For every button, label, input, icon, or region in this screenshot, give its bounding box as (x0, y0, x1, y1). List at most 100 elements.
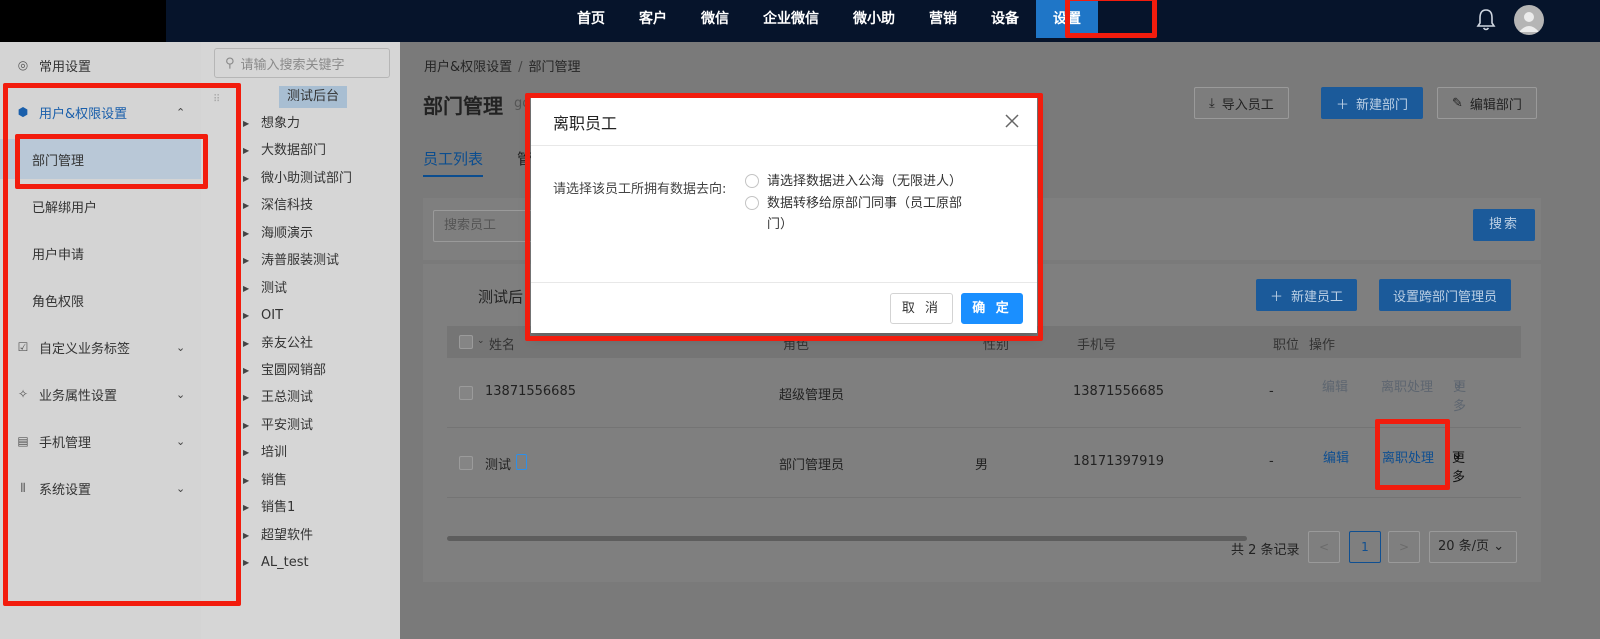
page-size-select[interactable]: 20 条/页 ⌄ (1429, 531, 1517, 563)
resign-link[interactable]: 离职处理 (1381, 376, 1433, 395)
breadcrumb-item[interactable]: 用户&权限设置 (424, 60, 512, 75)
chevron-down-icon[interactable]: ⌄ (477, 336, 485, 346)
edit-link[interactable]: 编辑 (1323, 447, 1349, 466)
caret-right-icon[interactable]: ▶ (243, 497, 249, 519)
next-page-button[interactable]: > (1388, 531, 1420, 563)
download-icon: ⤓ (1209, 95, 1215, 111)
page-number[interactable]: 1 (1349, 531, 1381, 563)
edit-link[interactable]: 编辑 (1322, 376, 1348, 395)
tree-node-selected[interactable]: 测试后台 (279, 86, 348, 108)
tree-node[interactable]: ▶ 微小助测试部门 (243, 168, 352, 190)
tree-node[interactable]: ▶ 测试 (243, 278, 287, 300)
sidebar: ◎ 常用设置 ⬢ 用户&权限设置 ⌃ 部门管理 已解绑用户 用户申请 角色权限 … (0, 42, 201, 639)
edit-dept-button[interactable]: ✎ 编辑部门 (1437, 87, 1537, 119)
tab-staff-list[interactable]: 员工列表 (423, 148, 484, 177)
tree-node[interactable]: ▶ 超望软件 (243, 525, 313, 547)
caret-right-icon[interactable]: ▶ (243, 140, 249, 162)
tree-node[interactable]: ▶ OIT (243, 305, 283, 327)
caret-right-icon[interactable]: ▶ (243, 305, 249, 327)
cell-gender: 男 (975, 458, 989, 473)
tab-other[interactable]: 管 (517, 148, 532, 169)
row-checkbox[interactable] (459, 386, 473, 400)
tree-node[interactable]: ▶ 平安测试 (243, 415, 313, 437)
tree-node[interactable]: ▶ 培训 (243, 442, 287, 464)
edit-icon: ✎ (1452, 95, 1463, 111)
tree-node[interactable]: ▶ AL_test (243, 552, 309, 574)
radio-transfer-colleague[interactable] (745, 196, 759, 210)
tree-node[interactable]: ▶ 涛普服装测试 (243, 250, 339, 272)
tree-search-input[interactable]: ⚲ 请输入搜索关键字 (214, 48, 390, 78)
sidebar-item-common[interactable]: ◎ 常用设置 (0, 45, 201, 85)
sidebar-item-label: 业务属性设置 (39, 388, 118, 404)
caret-right-icon[interactable]: ▶ (243, 333, 249, 355)
radio-label[interactable]: 请选择数据进入公海（无限进人） (767, 171, 962, 192)
close-icon[interactable] (1003, 112, 1021, 130)
row-checkbox[interactable] (459, 456, 473, 470)
bell-icon[interactable] (1476, 8, 1496, 32)
nav-device[interactable]: 设备 (974, 0, 1036, 38)
modal-title: 离职员工 (553, 114, 618, 133)
sidebar-item-unbound[interactable]: 已解绑用户 (0, 186, 201, 226)
caret-right-icon[interactable]: ▶ (243, 525, 249, 547)
nav-customer[interactable]: 客户 (622, 0, 684, 38)
sidebar-item-label: 用户申请 (32, 247, 85, 263)
new-staff-button[interactable]: ＋新建员工 (1256, 279, 1358, 311)
caret-right-icon[interactable]: ▶ (243, 278, 249, 300)
nav-enterprise-wechat[interactable]: 企业微信 (746, 0, 836, 38)
top-nav: 首页 客户 微信 企业微信 微小助 营销 设备 设置 (560, 0, 1098, 42)
caret-right-icon[interactable]: ▶ (243, 250, 249, 272)
nav-settings[interactable]: 设置 (1036, 0, 1098, 38)
prev-page-button[interactable]: < (1308, 531, 1340, 563)
sidebar-item-system[interactable]: ⦀ 系统设置 ⌄ (0, 468, 201, 508)
tree-node[interactable]: ▶ 大数据部门 (243, 140, 326, 162)
chevron-down-icon: ⌄ (1452, 447, 1463, 462)
radio-label[interactable]: 数据转移给原部门同事（员工原部 (767, 193, 962, 214)
tree-node[interactable]: ▶ 销售1 (243, 497, 295, 519)
import-staff-button[interactable]: ⤓ 导入员工 (1194, 87, 1289, 119)
tree-node[interactable]: ▶ 宝圆网销部 (243, 360, 326, 382)
caret-right-icon[interactable]: ▶ (243, 442, 249, 464)
radio-label-cont[interactable]: 门） (767, 214, 793, 235)
sidebar-item-apply[interactable]: 用户申请 (0, 233, 201, 273)
caret-right-icon[interactable]: ▶ (243, 223, 249, 245)
tree-node[interactable]: ▶ 王总测试 (243, 387, 313, 409)
top-bar: 首页 客户 微信 企业微信 微小助 营销 设备 设置 (0, 0, 1600, 42)
search-staff-input[interactable]: 搜索员工 (433, 210, 533, 242)
sidebar-item-dept[interactable]: 部门管理 (0, 139, 201, 179)
caret-right-icon[interactable]: ▶ (243, 113, 249, 135)
avatar[interactable] (1514, 5, 1544, 35)
caret-right-icon[interactable]: ▶ (243, 415, 249, 437)
new-dept-button[interactable]: ＋新建部门 (1321, 87, 1424, 119)
confirm-button[interactable]: 确 定 (961, 293, 1023, 324)
caret-right-icon[interactable]: ▶ (243, 360, 249, 382)
sidebar-item-attrs[interactable]: ✧ 业务属性设置 ⌄ (0, 374, 201, 414)
nav-marketing[interactable]: 营销 (912, 0, 974, 38)
caret-right-icon[interactable]: ▶ (243, 387, 249, 409)
sidebar-item-tags[interactable]: ☑ 自定义业务标签 ⌄ (0, 327, 201, 367)
sidebar-item-user-perm[interactable]: ⬢ 用户&权限设置 ⌃ (0, 92, 201, 132)
drag-handle-icon[interactable]: ⠿ (213, 94, 221, 105)
nav-assistant[interactable]: 微小助 (836, 0, 912, 38)
tree-node[interactable]: ▶ 想象力 (243, 113, 300, 135)
caret-right-icon[interactable]: ▶ (243, 470, 249, 492)
sidebar-item-roles[interactable]: 角色权限 (0, 280, 201, 320)
caret-right-icon[interactable]: ▶ (243, 168, 249, 190)
tree-node[interactable]: ▶ 销售 (243, 470, 287, 492)
nav-home[interactable]: 首页 (560, 0, 622, 38)
radio-public-pool[interactable] (745, 174, 759, 188)
tree-node[interactable]: ▶ 海顺演示 (243, 223, 313, 245)
caret-right-icon[interactable]: ▶ (243, 195, 249, 217)
sidebar-item-phone[interactable]: ▤ 手机管理 ⌄ (0, 421, 201, 461)
select-all-checkbox[interactable] (459, 335, 473, 349)
resign-link[interactable]: 离职处理 (1382, 447, 1434, 466)
caret-right-icon[interactable]: ▶ (243, 552, 249, 574)
checkbox-icon: ☑ (17, 340, 29, 354)
horizontal-scrollbar[interactable] (447, 536, 1247, 541)
tree-node[interactable]: ▶ 亲友公社 (243, 333, 313, 355)
data-destination-label: 请选择该员工所拥有数据去向: (553, 182, 727, 197)
tree-node[interactable]: ▶ 深信科技 (243, 195, 313, 217)
cross-dept-admin-button[interactable]: 设置跨部门管理员 (1379, 279, 1512, 311)
nav-wechat[interactable]: 微信 (684, 0, 746, 38)
cancel-button[interactable]: 取 消 (890, 293, 953, 324)
search-button[interactable]: 搜索 (1473, 209, 1535, 241)
